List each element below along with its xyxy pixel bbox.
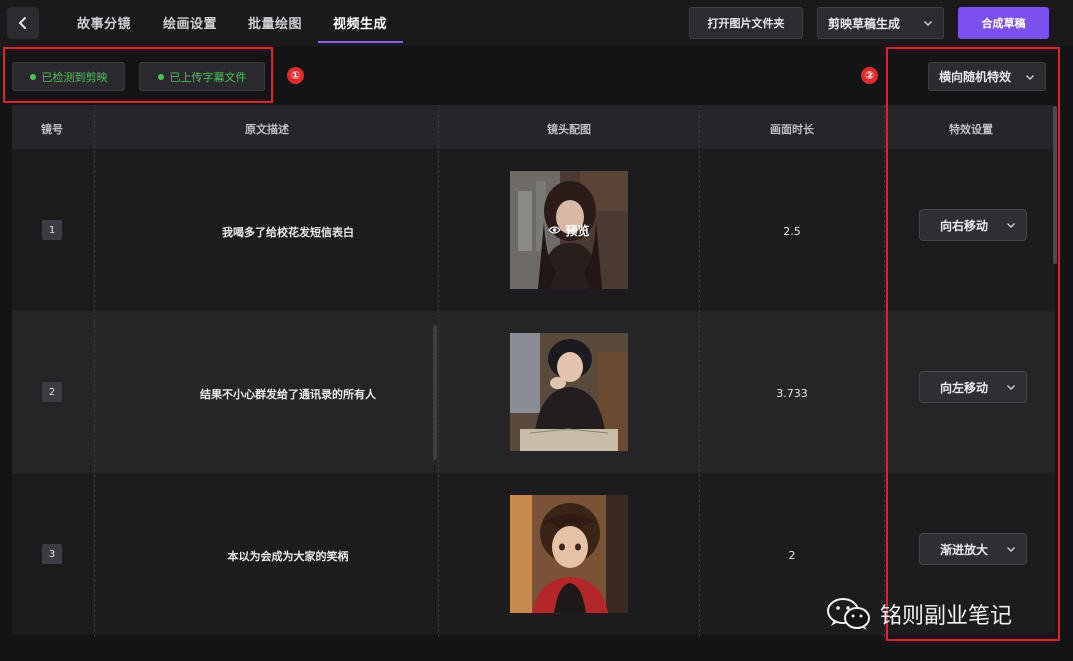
header-shot-number: 镜号 bbox=[41, 123, 63, 136]
chevron-down-icon bbox=[924, 21, 932, 26]
compose-draft-button[interactable]: 合成草稿 bbox=[958, 7, 1049, 39]
draft-mode-select[interactable]: 剪映草稿生成 bbox=[817, 7, 944, 39]
shot-number: 3 bbox=[42, 544, 62, 564]
column-divider bbox=[438, 105, 439, 637]
column-divider bbox=[94, 105, 95, 637]
portrait-boy-reading-image bbox=[510, 333, 628, 451]
eye-icon bbox=[548, 226, 562, 234]
shot-image[interactable]: 预览 bbox=[510, 171, 628, 289]
tab-batch-drawing[interactable]: 批量绘图 bbox=[248, 13, 302, 32]
header-shot-image: 镜头配图 bbox=[547, 123, 591, 136]
shot-duration: 2.5 bbox=[783, 225, 801, 238]
column-divider bbox=[699, 105, 700, 637]
portrait-boy-image bbox=[510, 495, 628, 613]
annotation-box-status bbox=[3, 47, 273, 103]
wechat-icon bbox=[827, 598, 870, 630]
tab-video-generation[interactable]: 视频生成 bbox=[333, 13, 387, 32]
header-description: 原文描述 bbox=[245, 123, 289, 136]
annotation-box-effects bbox=[886, 47, 1060, 641]
shot-number: 1 bbox=[42, 220, 62, 240]
shot-image[interactable] bbox=[510, 333, 628, 451]
tab-storyboard[interactable]: 故事分镜 bbox=[77, 13, 131, 32]
back-button[interactable] bbox=[7, 7, 39, 39]
watermark-text: 铭则副业笔记 bbox=[880, 604, 1013, 629]
shot-image[interactable] bbox=[510, 495, 628, 613]
annotation-badge-2: ② bbox=[861, 67, 878, 84]
tab-drawing-settings[interactable]: 绘画设置 bbox=[163, 13, 217, 32]
annotation-badge-1: ① bbox=[287, 67, 304, 84]
shot-duration: 3.733 bbox=[776, 387, 808, 400]
preview-overlay[interactable]: 预览 bbox=[510, 171, 628, 289]
open-image-folder-label: 打开图片文件夹 bbox=[707, 17, 785, 30]
shot-duration: 2 bbox=[788, 549, 796, 562]
chevron-left-icon bbox=[19, 17, 26, 29]
shot-description: 结果不小心群发给了通讯录的所有人 bbox=[200, 388, 376, 401]
open-image-folder-button[interactable]: 打开图片文件夹 bbox=[689, 7, 803, 39]
description-scrollbar[interactable] bbox=[433, 325, 437, 460]
shot-description: 我喝多了给校花发短信表白 bbox=[222, 226, 354, 239]
draft-mode-value: 剪映草稿生成 bbox=[828, 16, 901, 31]
column-divider bbox=[884, 105, 885, 637]
watermark: 铭则副业笔记 bbox=[826, 596, 1012, 632]
active-tab-indicator bbox=[318, 41, 403, 43]
shot-number: 2 bbox=[42, 382, 62, 402]
preview-label: 预览 bbox=[565, 223, 590, 238]
shot-description: 本以为会成为大家的笑柄 bbox=[227, 550, 349, 563]
compose-draft-label: 合成草稿 bbox=[981, 17, 1026, 30]
header-duration: 画面时长 bbox=[770, 123, 814, 136]
